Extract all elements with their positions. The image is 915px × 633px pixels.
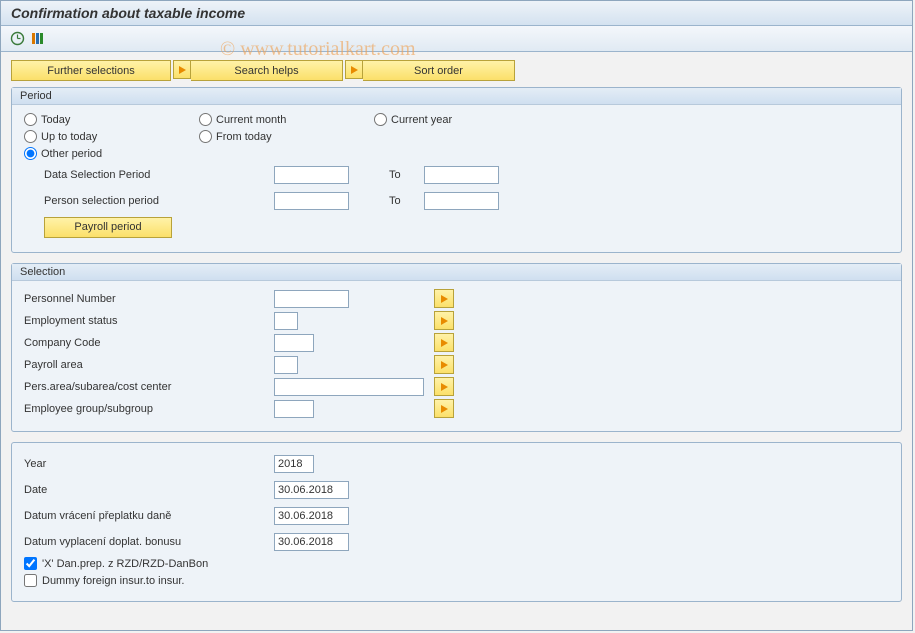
- multiple-selection-button[interactable]: [434, 333, 454, 352]
- radio-from-today-label: From today: [216, 131, 272, 143]
- dan-prep-label: 'X' Dan.prep. z RZD/RZD-DanBon: [42, 558, 208, 570]
- payroll-period-label: Payroll period: [74, 221, 141, 233]
- radio-up-to-today-label: Up to today: [41, 131, 97, 143]
- datum-vraceni-input[interactable]: [274, 507, 349, 525]
- selection-row: Pers.area/subarea/cost center: [24, 377, 889, 396]
- selection-label: Pers.area/subarea/cost center: [24, 381, 274, 393]
- data-selection-to-input[interactable]: [424, 166, 499, 184]
- selection-label: Personnel Number: [24, 293, 274, 305]
- datum-vyplaceni-label: Datum vyplacení doplat. bonusu: [24, 536, 274, 548]
- execute-icon[interactable]: [9, 31, 25, 47]
- date-label: Date: [24, 484, 274, 496]
- further-selections-label: Further selections: [47, 65, 134, 77]
- period-legend: Period: [12, 88, 901, 105]
- selection-label: Employment status: [24, 315, 274, 327]
- params-group: Year Date Datum vrácení přeplatku daně D…: [11, 442, 902, 602]
- variant-icon[interactable]: [29, 31, 45, 47]
- sort-order-arrow-icon[interactable]: [345, 60, 363, 79]
- person-selection-to-input[interactable]: [424, 192, 499, 210]
- multiple-selection-button[interactable]: [434, 399, 454, 418]
- date-input[interactable]: [274, 481, 349, 499]
- selection-label: Payroll area: [24, 359, 274, 371]
- radio-from-today[interactable]: From today: [199, 130, 374, 143]
- selection-group: Selection Personnel Number Employment sta…: [11, 263, 902, 432]
- radio-current-month[interactable]: Current month: [199, 113, 374, 126]
- data-selection-to-label: To: [389, 169, 424, 181]
- data-selection-from-input[interactable]: [274, 166, 349, 184]
- radio-current-month-label: Current month: [216, 114, 286, 126]
- top-button-row: Further selections Search helps Sort ord…: [11, 60, 902, 81]
- selection-input[interactable]: [274, 312, 298, 330]
- multiple-selection-button[interactable]: [434, 289, 454, 308]
- dummy-foreign-checkbox[interactable]: [24, 574, 37, 587]
- selection-input[interactable]: [274, 334, 314, 352]
- multiple-selection-button[interactable]: [434, 311, 454, 330]
- radio-other-period[interactable]: Other period: [24, 147, 199, 160]
- toolbar: [1, 26, 912, 52]
- selection-row: Employment status: [24, 311, 889, 330]
- radio-current-year-label: Current year: [391, 114, 452, 126]
- radio-today-label: Today: [41, 114, 70, 126]
- person-selection-to-label: To: [389, 195, 424, 207]
- selection-row: Payroll area: [24, 355, 889, 374]
- selection-input[interactable]: [274, 356, 298, 374]
- selection-legend: Selection: [12, 264, 901, 281]
- selection-row: Company Code: [24, 333, 889, 352]
- selection-input[interactable]: [274, 400, 314, 418]
- datum-vyplaceni-input[interactable]: [274, 533, 349, 551]
- datum-vraceni-label: Datum vrácení přeplatku daně: [24, 510, 274, 522]
- person-selection-period-label: Person selection period: [24, 195, 274, 207]
- selection-input[interactable]: [274, 290, 349, 308]
- selection-row: Employee group/subgroup: [24, 399, 889, 418]
- multiple-selection-button[interactable]: [434, 355, 454, 374]
- selection-label: Company Code: [24, 337, 274, 349]
- selection-row: Personnel Number: [24, 289, 889, 308]
- page-title: Confirmation about taxable income: [11, 5, 245, 21]
- selection-input[interactable]: [274, 378, 424, 396]
- sort-order-button[interactable]: Sort order: [363, 60, 515, 81]
- search-helps-button[interactable]: Search helps: [191, 60, 343, 81]
- payroll-period-button[interactable]: Payroll period: [44, 217, 172, 238]
- search-helps-label: Search helps: [234, 65, 298, 77]
- title-bar: Confirmation about taxable income: [1, 1, 912, 26]
- person-selection-from-input[interactable]: [274, 192, 349, 210]
- data-selection-period-label: Data Selection Period: [24, 169, 274, 181]
- dan-prep-checkbox[interactable]: [24, 557, 37, 570]
- radio-other-period-label: Other period: [41, 148, 102, 160]
- multiple-selection-button[interactable]: [434, 377, 454, 396]
- period-group: Period Today Current month Current year …: [11, 87, 902, 253]
- further-selections-button[interactable]: Further selections: [11, 60, 171, 81]
- selection-label: Employee group/subgroup: [24, 403, 274, 415]
- radio-up-to-today[interactable]: Up to today: [24, 130, 199, 143]
- sort-order-label: Sort order: [414, 65, 463, 77]
- year-label: Year: [24, 458, 274, 470]
- radio-today[interactable]: Today: [24, 113, 199, 126]
- radio-current-year[interactable]: Current year: [374, 113, 549, 126]
- dummy-foreign-label: Dummy foreign insur.to insur.: [42, 575, 184, 587]
- year-input[interactable]: [274, 455, 314, 473]
- search-helps-arrow-icon[interactable]: [173, 60, 191, 79]
